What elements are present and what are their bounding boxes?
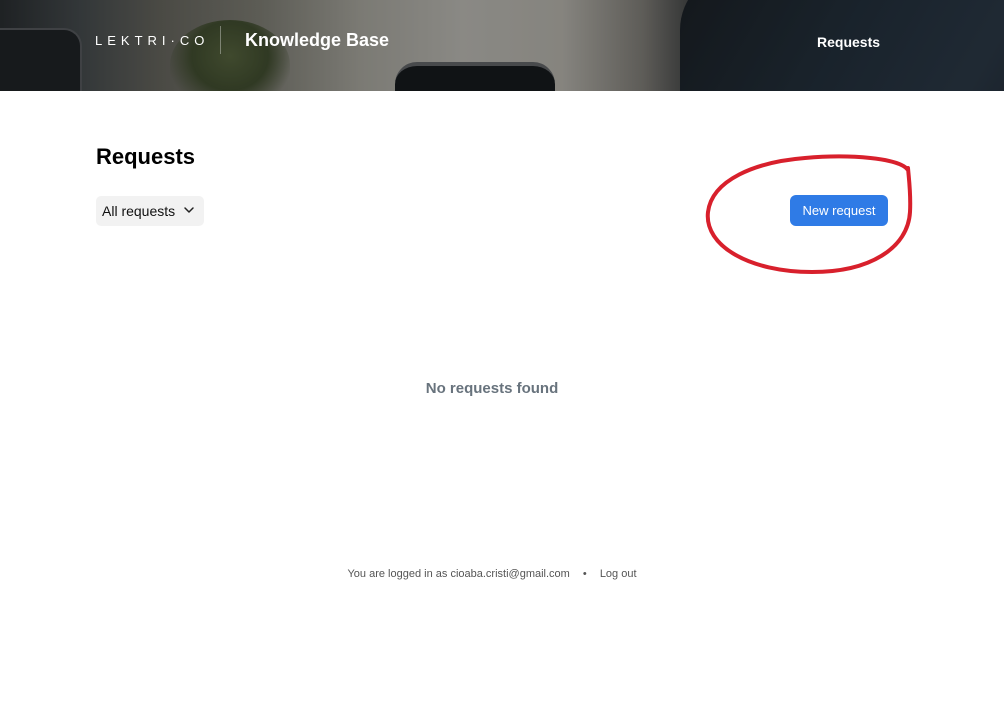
brand-logo[interactable]: LEKTRI·CO (95, 33, 209, 48)
filter-selected-value: All requests (102, 203, 176, 219)
empty-state-message: No requests found (425, 380, 559, 397)
knowledge-base-title[interactable]: Knowledge Base (245, 30, 389, 51)
annotation-circle (705, 154, 913, 275)
requests-filter-dropdown[interactable]: All requests (96, 196, 204, 226)
logout-link[interactable]: Log out (600, 568, 637, 580)
user-email: cioaba.cristi@gmail.com (450, 568, 570, 580)
page-title: Requests (96, 144, 196, 169)
header-banner: LEKTRI·CO Knowledge Base Requests (0, 0, 1004, 91)
footer-separator: • (582, 568, 587, 580)
nav-requests-link[interactable]: Requests (817, 34, 880, 50)
chevron-down-icon (184, 207, 194, 213)
footer: You are logged in as cioaba.cristi@gmail… (0, 568, 984, 580)
header-divider (220, 26, 221, 54)
logged-in-prefix: You are logged in as (347, 568, 448, 580)
